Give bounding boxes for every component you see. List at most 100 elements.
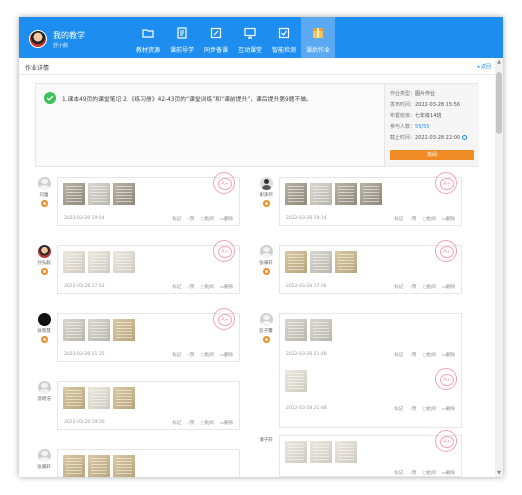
delete-button[interactable]: ▭删除 — [220, 420, 233, 426]
student-avatar[interactable] — [37, 449, 51, 462]
delete-button[interactable]: ▭删除 — [220, 216, 233, 222]
review-button[interactable]: 批阅 — [390, 150, 474, 160]
student-avatar[interactable] — [37, 245, 51, 258]
like-button[interactable]: ☝赞 — [187, 352, 194, 358]
submission-image[interactable] — [335, 441, 357, 463]
delete-button[interactable]: ▭删除 — [442, 216, 455, 222]
teacher-avatar[interactable] — [29, 30, 47, 48]
submission-image[interactable] — [285, 251, 307, 273]
review-action-button[interactable]: ▢批阅 — [200, 352, 213, 358]
submission-image[interactable] — [310, 183, 332, 205]
student: 张瀚轩 — [35, 449, 53, 470]
like-button[interactable]: ☝赞 — [409, 216, 416, 222]
delete-button[interactable]: ▭删除 — [442, 284, 455, 290]
submission-image[interactable] — [310, 319, 332, 341]
review-action-button[interactable]: ▢批阅 — [200, 216, 213, 222]
like-button[interactable]: ☝赞 — [187, 216, 194, 222]
submission-image[interactable] — [285, 319, 307, 341]
submission-image[interactable] — [88, 251, 110, 273]
mark-button[interactable]: 标记 — [172, 216, 181, 222]
review-action-button[interactable]: ▢批阅 — [422, 284, 435, 290]
delete-button[interactable]: ▭删除 — [442, 406, 455, 412]
submission-image[interactable] — [113, 183, 135, 205]
submission-image[interactable] — [63, 455, 85, 477]
submission-image[interactable] — [63, 319, 85, 341]
like-button[interactable]: ☝赞 — [409, 406, 416, 412]
submission-image[interactable] — [113, 455, 135, 477]
scroll-up-arrow-icon[interactable]: ▲ — [496, 59, 502, 65]
delete-button[interactable]: ▭删除 — [442, 352, 455, 358]
delete-label: 删除 — [224, 285, 233, 290]
scroll-down-arrow-icon[interactable]: ▼ — [496, 470, 502, 476]
mark-button[interactable]: 标记 — [394, 470, 403, 476]
submission-images — [63, 251, 135, 273]
submission-image[interactable] — [113, 387, 135, 409]
student-avatar[interactable] — [259, 313, 273, 326]
participants-link[interactable]: 55/55 — [415, 124, 429, 130]
submission-image[interactable] — [285, 441, 307, 463]
submission-image[interactable] — [63, 251, 85, 273]
vertical-scrollbar[interactable]: ▲ ▼ — [495, 58, 503, 477]
submission-image[interactable] — [88, 183, 110, 205]
submission-image[interactable] — [63, 387, 85, 409]
medal-icon — [40, 200, 48, 207]
like-button[interactable]: ☝赞 — [187, 420, 194, 426]
nav-preclass-guide[interactable]: 课前导学 — [165, 17, 199, 58]
submission-image[interactable] — [113, 319, 135, 341]
student-name: 温明浩 — [37, 397, 51, 402]
nav-sync-prep[interactable]: 同步备课 — [199, 17, 233, 58]
mark-button[interactable]: 标记 — [394, 352, 403, 358]
mark-button[interactable]: 标记 — [172, 352, 181, 358]
submission-image[interactable] — [335, 183, 357, 205]
submission-item: 彭子馨 2022-03-28 21:48 标记 ☝赞 ▢批阅 ▭删除 2022-… — [257, 313, 462, 428]
scrollbar-thumb[interactable] — [496, 72, 502, 134]
submission-image[interactable] — [310, 251, 332, 273]
review-action-button[interactable]: ▢批阅 — [422, 406, 435, 412]
submission-image[interactable] — [63, 183, 85, 205]
student-avatar[interactable] — [259, 245, 273, 258]
like-button[interactable]: ☝赞 — [409, 352, 416, 358]
mark-button[interactable]: 标记 — [394, 406, 403, 412]
submission-image[interactable] — [310, 441, 332, 463]
review-action-button[interactable]: ▢批阅 — [422, 352, 435, 358]
nav-smart-test[interactable]: 智能检测 — [267, 17, 301, 58]
submission-image[interactable] — [88, 387, 110, 409]
nav-homework[interactable]: 课后作业 — [301, 17, 335, 58]
submission-actions: 标记 ☝赞 ▢批阅 ▭删除 — [172, 352, 233, 358]
back-link[interactable]: ◂ 返回 — [477, 63, 491, 70]
student-avatar[interactable] — [37, 177, 51, 190]
student-avatar[interactable] — [37, 381, 51, 394]
review-action-button[interactable]: ▢批阅 — [200, 420, 213, 426]
submission-image[interactable] — [360, 183, 382, 205]
delete-label: 删除 — [446, 217, 455, 222]
mark-button[interactable]: 标记 — [394, 284, 403, 290]
a-plus-stamp-icon — [435, 430, 457, 452]
nav-interactive-class[interactable]: 互动课堂 — [233, 17, 267, 58]
submission-image[interactable] — [113, 251, 135, 273]
submission-image[interactable] — [285, 183, 307, 205]
delete-button[interactable]: ▭删除 — [220, 284, 233, 290]
mark-button[interactable]: 标记 — [172, 284, 181, 290]
submission-item: 张瀚轩 — [35, 449, 240, 477]
delete-button[interactable]: ▭删除 — [442, 470, 455, 476]
clock-icon[interactable] — [462, 135, 468, 140]
delete-button[interactable]: ▭删除 — [220, 352, 233, 358]
mark-button[interactable]: 标记 — [172, 420, 181, 426]
like-button[interactable]: ☝赞 — [187, 284, 194, 290]
submission-image[interactable] — [285, 370, 307, 392]
student-avatar[interactable] — [259, 177, 273, 190]
review-action-button[interactable]: ▢批阅 — [200, 284, 213, 290]
student-name: 谢泽邦 — [259, 193, 273, 198]
nav-textbook-resources[interactable]: 教材资源 — [131, 17, 165, 58]
review-action-button[interactable]: ▢批阅 — [422, 470, 435, 476]
mark-button[interactable]: 标记 — [394, 216, 403, 222]
student-avatar[interactable] — [37, 313, 51, 326]
review-action-button[interactable]: ▢批阅 — [422, 216, 435, 222]
submission-image[interactable] — [88, 455, 110, 477]
like-button[interactable]: ☝赞 — [409, 284, 416, 290]
nav-label: 同步备课 — [203, 47, 228, 54]
like-button[interactable]: ☝赞 — [409, 470, 416, 476]
submission-image[interactable] — [88, 319, 110, 341]
submission-image[interactable] — [335, 251, 357, 273]
student-name: 刘蕾 — [39, 193, 49, 198]
